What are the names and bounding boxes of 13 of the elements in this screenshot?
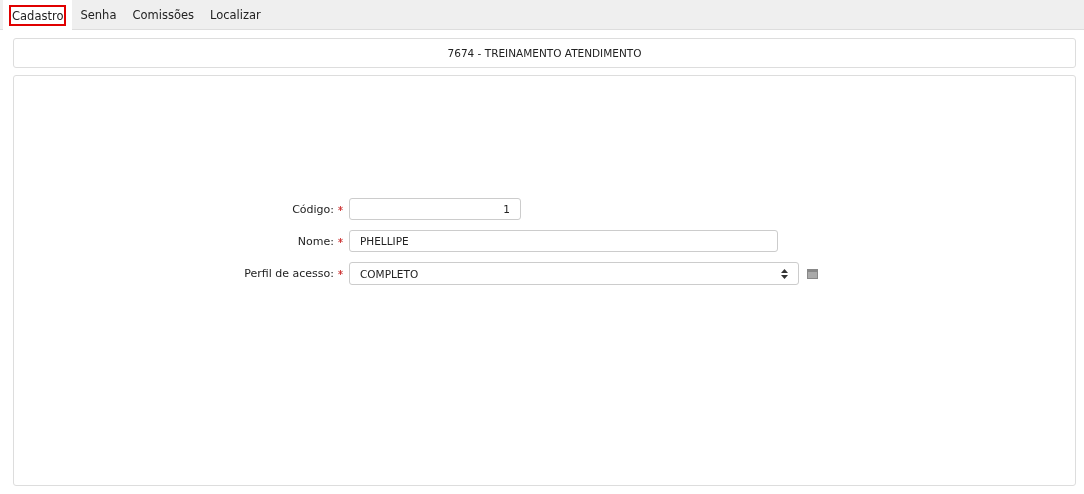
name-field[interactable]: PHELLIPE: [349, 230, 778, 252]
field-label: Perfil de acesso:: [244, 267, 334, 280]
field-label: Código:: [292, 202, 334, 216]
window-icon[interactable]: [807, 268, 818, 279]
field-label: Nome:: [297, 234, 334, 248]
code-field[interactable]: 1: [349, 198, 521, 220]
profile-select[interactable]: COMPLETO: [349, 262, 799, 285]
tab[interactable]: Comissões: [124, 0, 202, 30]
sort-icon: [781, 268, 788, 279]
tab[interactable]: Senha: [72, 0, 125, 30]
tab[interactable]: Localizar: [202, 0, 269, 30]
tab[interactable]: Cadastro: [3, 0, 73, 31]
header-title: 7674 - TREINAMENTO ATENDIMENTO: [13, 38, 1076, 68]
